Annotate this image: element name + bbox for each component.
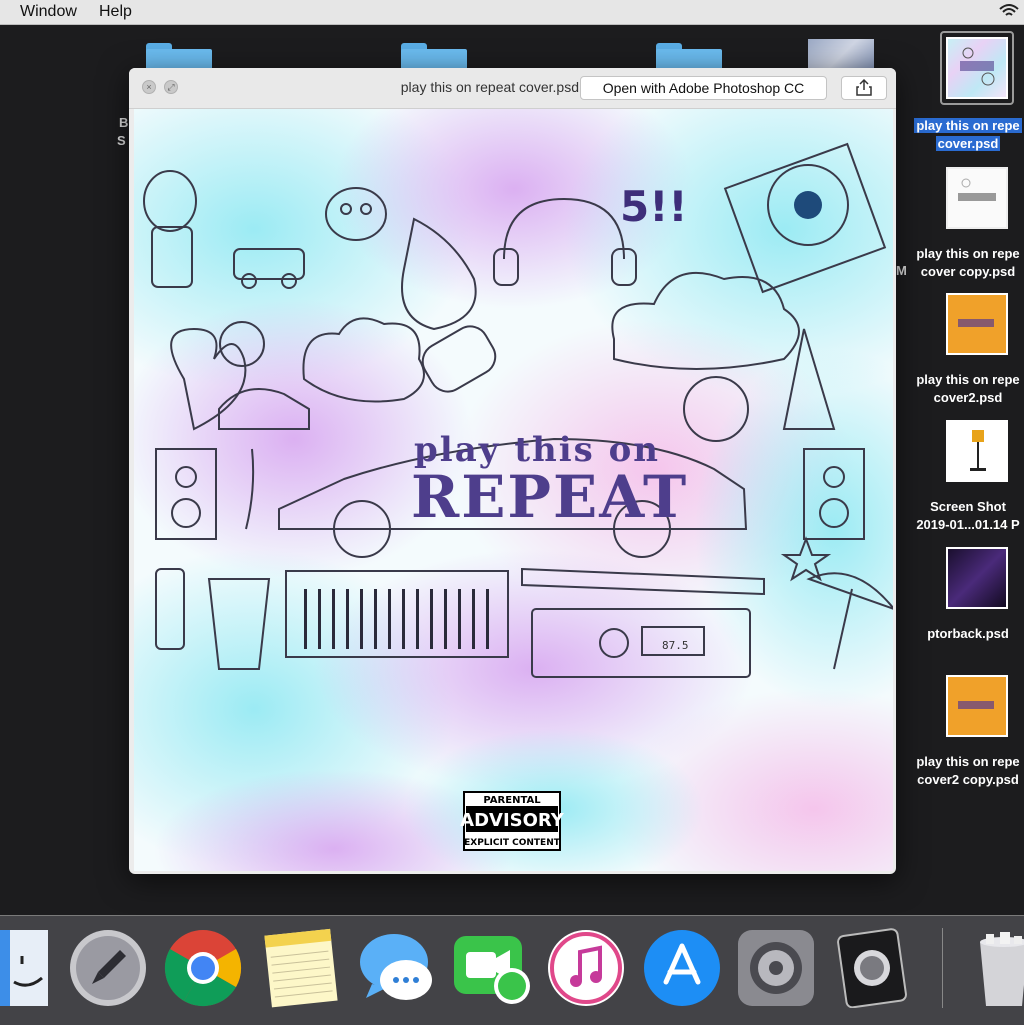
finder-icon[interactable] (0, 928, 50, 1008)
notes-icon[interactable] (262, 928, 342, 1008)
menu-bar: Window Help (0, 0, 1024, 25)
advisory-bottom-text: EXPLICIT CONTENT (464, 838, 561, 848)
menu-help[interactable]: Help (99, 3, 132, 21)
advisory-main-text: ADVISORY (460, 810, 565, 831)
file-name: cover.psd (935, 136, 1001, 151)
window-titlebar: × ⤢ play this on repeat cover.psd Open w… (129, 68, 896, 109)
trash-icon[interactable] (968, 928, 1024, 1008)
logic-pro-icon[interactable] (834, 928, 914, 1009)
screenshot-thumbnail (946, 420, 1008, 482)
app-store-icon[interactable] (642, 928, 722, 1008)
share-button[interactable] (841, 76, 887, 100)
messages-icon[interactable] (356, 928, 436, 1008)
share-icon (842, 78, 886, 103)
desktop-label-partial: S (117, 133, 126, 148)
fullscreen-button[interactable]: ⤢ (164, 80, 178, 94)
psd-thumbnail (946, 293, 1008, 355)
desktop-file[interactable]: play this on repe cover2 copy.psd (912, 675, 1024, 795)
psd-thumbnail (946, 167, 1008, 229)
window-title: play this on repeat cover.psd (400, 79, 579, 95)
file-name: Screen Shot (930, 499, 1006, 514)
launchpad-icon[interactable] (68, 928, 148, 1008)
cover-image-preview: 5!! 87.5 play this on REPEAT PARENTAL AD… (134, 109, 893, 871)
file-name: ptorback.psd (927, 626, 1009, 641)
psd-thumbnail (946, 675, 1008, 737)
desktop-file[interactable]: play this on repe cover2.psd (912, 293, 1024, 413)
desktop-file[interactable]: Screen Shot 2019-01...01.14 P (912, 420, 1024, 540)
desktop-file[interactable]: play this on repe cover.psd (912, 31, 1024, 157)
file-name: cover2.psd (933, 390, 1003, 405)
system-preferences-icon[interactable] (736, 928, 816, 1008)
file-name: play this on repe (914, 118, 1022, 133)
file-name: play this on repe (916, 246, 1020, 261)
file-name: cover copy.psd (920, 264, 1016, 279)
album-cover-artwork: 5!! 87.5 play this on REPEAT PARENTAL AD… (134, 109, 893, 871)
cover-title-line2: REPEAT (411, 463, 688, 531)
desktop-label-partial: B (119, 115, 129, 130)
psd-thumbnail (946, 37, 1008, 99)
desktop-file[interactable]: play this on repe cover copy.psd (912, 167, 1024, 287)
cover-badge: 5!! (620, 182, 688, 231)
chrome-icon[interactable] (163, 928, 243, 1008)
file-name: play this on repe (916, 754, 1020, 769)
file-name: 2019-01...01.14 P (916, 517, 1020, 532)
dock-separator (942, 928, 943, 1008)
facetime-icon[interactable] (452, 928, 532, 1008)
itunes-icon[interactable] (546, 928, 626, 1008)
close-button[interactable]: × (142, 80, 156, 94)
psd-thumbnail (946, 547, 1008, 609)
radio-display: 87.5 (662, 639, 689, 652)
quick-look-window: × ⤢ play this on repeat cover.psd Open w… (129, 68, 896, 874)
open-with-photoshop-button[interactable]: Open with Adobe Photoshop CC (580, 76, 827, 100)
file-name: play this on repe (916, 372, 1020, 387)
menu-window[interactable]: Window (20, 3, 77, 21)
dock (0, 915, 1024, 1025)
desktop-file[interactable]: ptorback.psd (912, 547, 1024, 647)
file-name: cover2 copy.psd (917, 772, 1019, 787)
desktop-label-partial: M (896, 263, 907, 278)
wifi-icon[interactable] (998, 2, 1020, 25)
parental-advisory-label: PARENTAL ADVISORY EXPLICIT CONTENT (460, 791, 565, 851)
advisory-top-text: PARENTAL (483, 795, 541, 806)
